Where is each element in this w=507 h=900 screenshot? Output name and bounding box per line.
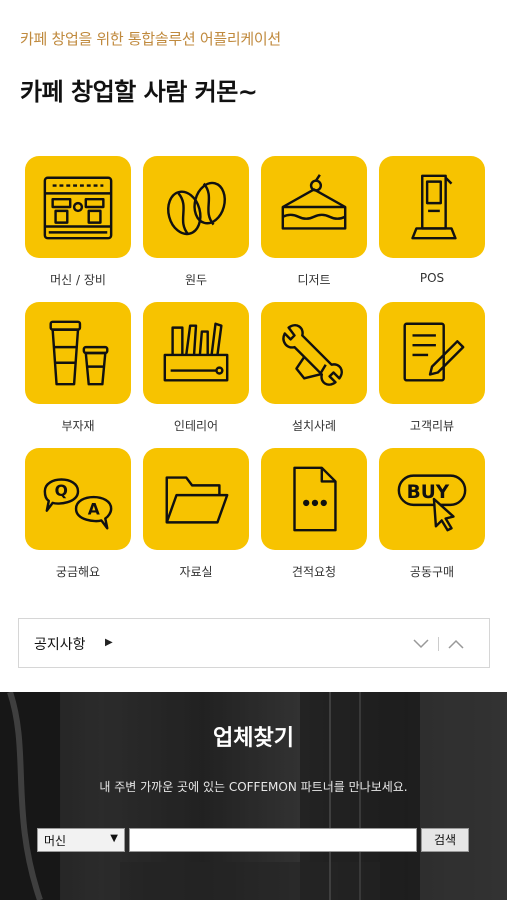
category-label: 견적요청 xyxy=(291,565,337,579)
notice-pager xyxy=(410,633,467,655)
kiosk-icon xyxy=(411,174,457,240)
category-label: 부자재 xyxy=(61,419,95,433)
finder-description: 내 주변 가까운 곳에 있는 COFFEMON 파트너를 만나보세요. xyxy=(99,780,408,794)
category-interior[interactable]: 인테리어 xyxy=(143,302,249,433)
category-machine[interactable]: 머신 / 장비 xyxy=(25,156,131,287)
category-label: 인테리어 xyxy=(173,419,219,433)
search-input[interactable] xyxy=(129,828,417,852)
notice-caret-icon: ▶ xyxy=(105,637,113,648)
document-icon xyxy=(293,466,337,532)
category-label: 설치사례 xyxy=(291,419,337,433)
category-label: 디저트 xyxy=(297,273,331,287)
category-faq[interactable]: Q A 궁금해요 xyxy=(25,448,131,579)
category-dessert[interactable]: 디저트 xyxy=(261,156,367,287)
category-pos[interactable]: POS xyxy=(379,156,485,285)
category-label: POS xyxy=(419,271,445,285)
chevron-down-icon[interactable] xyxy=(410,633,432,655)
category-label: 머신 / 장비 xyxy=(50,273,106,287)
takeout-cups-icon xyxy=(49,320,109,386)
category-reviews[interactable]: 고객리뷰 xyxy=(379,302,485,433)
finder-title: 업체찾기 xyxy=(213,726,294,751)
category-label: 고객리뷰 xyxy=(409,419,455,433)
folder-icon xyxy=(165,476,229,524)
tools-box-icon xyxy=(163,322,229,382)
chevron-up-icon[interactable] xyxy=(445,633,467,655)
review-pen-icon xyxy=(403,322,465,382)
category-archive[interactable]: 자료실 xyxy=(143,448,249,579)
buy-click-icon: BUY xyxy=(397,474,467,532)
svg-text:Q: Q xyxy=(55,482,68,500)
svg-text:A: A xyxy=(88,501,100,519)
category-install-cases[interactable]: 설치사례 xyxy=(261,302,367,433)
app-subtitle: 카페 창업을 위한 통합솔루션 어플리케이션 xyxy=(20,30,281,48)
notice-title[interactable]: 공지사항 xyxy=(34,634,86,654)
category-quote-request[interactable]: 견적요청 xyxy=(261,448,367,579)
divider xyxy=(438,637,439,651)
espresso-machine-icon xyxy=(43,176,113,240)
category-label: 공동구매 xyxy=(409,565,455,579)
category-label: 자료실 xyxy=(179,565,213,579)
category-supplies[interactable]: 부자재 xyxy=(25,302,131,433)
notice-bar[interactable]: 공지사항 ▶ xyxy=(18,618,490,668)
coffee-beans-icon xyxy=(167,181,226,236)
dropdown-arrow-icon: ▼ xyxy=(110,833,118,844)
category-label: 궁금해요 xyxy=(55,565,101,579)
wrench-hand-icon xyxy=(282,324,343,386)
qa-bubbles-icon: Q A xyxy=(43,478,113,530)
category-beans[interactable]: 원두 xyxy=(143,156,249,287)
category-select-value: 머신 xyxy=(44,834,67,848)
cake-icon xyxy=(281,174,347,230)
vendor-finder-section: 업체찾기 내 주변 가까운 곳에 있는 COFFEMON 파트너를 만나보세요.… xyxy=(0,692,507,900)
category-select[interactable]: 머신 ▼ xyxy=(37,828,125,852)
category-label: 원두 xyxy=(184,273,208,287)
page-headline: 카페 창업할 사람 커몬~ xyxy=(20,78,258,106)
svg-text:BUY: BUY xyxy=(407,482,450,503)
search-button[interactable]: 검색 xyxy=(421,828,469,852)
category-group-buy[interactable]: BUY 공동구매 xyxy=(379,448,485,579)
